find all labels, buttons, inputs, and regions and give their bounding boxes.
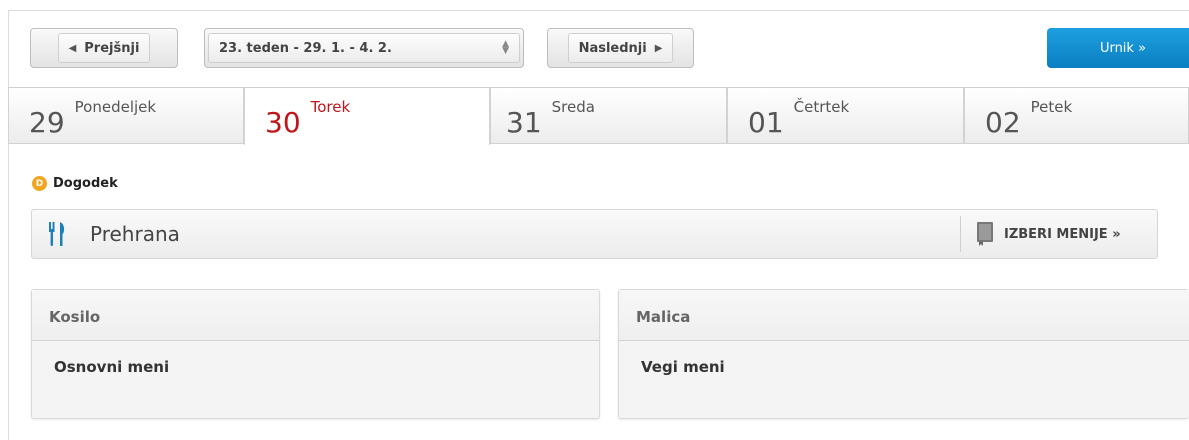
previous-week-button[interactable]: ◀ Prejšnji (30, 28, 178, 68)
tab-day-number: 31 (506, 106, 542, 139)
meal-section-title: Prehrana (90, 222, 180, 246)
chevron-right-icon: ▶ (654, 42, 663, 54)
tab-day-02[interactable]: 02 Petek (964, 87, 1189, 144)
tab-day-name: Četrtek (793, 98, 850, 116)
chevron-left-icon: ◀ (68, 42, 77, 54)
divider (960, 216, 961, 252)
week-select-value: 23. teden - 29. 1. - 4. 2. (219, 40, 392, 56)
meal-card-title: Kosilo (32, 290, 599, 341)
tab-day-number: 29 (29, 106, 65, 139)
previous-week-label: Prejšnji (84, 40, 140, 56)
tab-day-01[interactable]: 01 Četrtek (727, 87, 964, 144)
meal-card-kosilo: Kosilo Osnovni meni (31, 289, 600, 419)
next-week-label: Naslednji (578, 40, 647, 56)
event-legend: D Dogodek (32, 176, 118, 191)
fork-knife-icon (49, 222, 65, 246)
menu-book-icon (977, 222, 993, 246)
urnik-button[interactable]: Urnik » (1047, 28, 1189, 68)
next-week-button[interactable]: Naslednji ▶ (547, 28, 694, 68)
meal-card-malica: Malica Vegi meni (618, 289, 1189, 419)
event-dot-icon: D (32, 176, 47, 191)
meal-card-title: Malica (619, 290, 1189, 341)
tab-day-number: 01 (748, 106, 784, 139)
tab-day-name: Sreda (551, 98, 595, 116)
event-label: Dogodek (53, 176, 118, 191)
meal-card-menu[interactable]: Vegi meni (619, 341, 1189, 376)
urnik-label: Urnik » (1099, 40, 1147, 56)
tab-day-name: Torek (310, 98, 351, 116)
tab-day-31[interactable]: 31 Sreda (490, 87, 727, 144)
tab-day-number: 30 (265, 106, 301, 139)
tab-day-number: 02 (985, 106, 1021, 139)
tab-day-name: Petek (1030, 98, 1073, 116)
meal-card-menu[interactable]: Osnovni meni (32, 341, 599, 376)
day-tabs: 29 Ponedeljek 30 Torek 31 Sreda 01 Četrt… (8, 87, 1189, 145)
meal-section-bar: Prehrana IZBERI MENIJE » (31, 209, 1158, 259)
tab-day-30[interactable]: 30 Torek (244, 87, 490, 145)
updown-arrows-icon: ▲ ▼ (502, 39, 509, 56)
select-menus-button[interactable]: IZBERI MENIJE » (976, 210, 1121, 258)
tab-day-29[interactable]: 29 Ponedeljek (8, 87, 244, 144)
tab-day-name: Ponedeljek (74, 98, 157, 116)
week-select[interactable]: 23. teden - 29. 1. - 4. 2. ▲ ▼ (204, 28, 524, 68)
select-menus-label: IZBERI MENIJE » (1004, 226, 1121, 242)
